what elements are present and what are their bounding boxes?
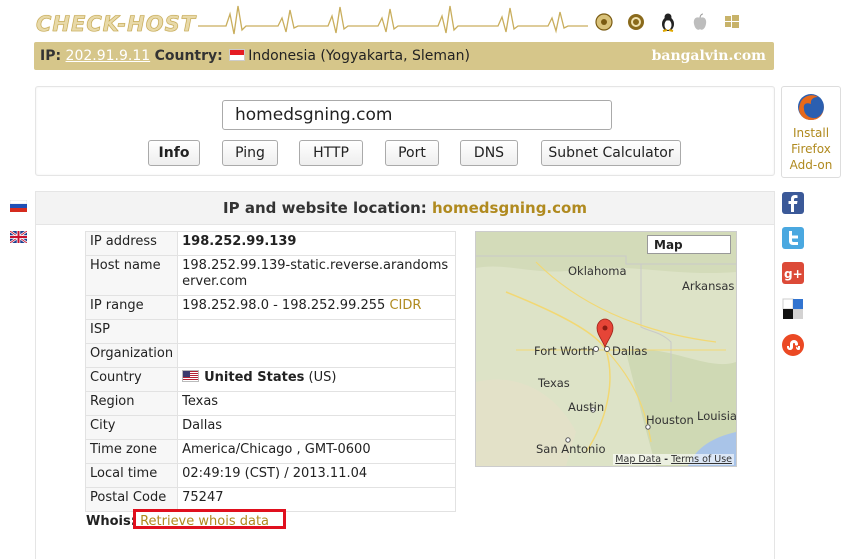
delicious-icon[interactable] [782, 298, 804, 320]
table-row: Organization [84, 343, 457, 368]
client-info-bar: IP: 202.91.9.11 Country: Indonesia (Yogy… [34, 42, 774, 70]
indonesia-flag-icon [229, 49, 246, 61]
ip-info-table: IP address 198.252.99.139 Host name 198.25… [84, 231, 457, 512]
table-row: ISP [84, 319, 457, 344]
map-label-oklahoma: Oklahoma [568, 264, 627, 278]
map-type-button[interactable]: Map [647, 235, 731, 254]
twitter-icon[interactable] [782, 227, 804, 249]
us-flag-icon [182, 370, 200, 382]
http-button[interactable]: HTTP [299, 140, 363, 166]
port-button[interactable]: Port [385, 140, 439, 166]
windows-icon[interactable] [722, 12, 742, 32]
table-row: Local time 02:49:19 (CST) / 2013.11.04 [84, 463, 457, 488]
firefox-addon-label: Install Firefox Add-on [789, 126, 833, 172]
freebsd-icon[interactable] [594, 12, 614, 32]
subnet-calculator-button[interactable]: Subnet Calculator [541, 140, 681, 166]
terms-of-use-link[interactable]: Terms of Use [671, 454, 732, 465]
map-footer: Map Data - Terms of Use [613, 454, 734, 465]
table-row: City Dallas [84, 415, 457, 440]
google-plus-icon[interactable]: g+ [782, 262, 804, 284]
firefox-icon [798, 94, 824, 120]
map-label-fort-worth: Fort Worth [534, 344, 595, 358]
stumbleupon-icon[interactable] [782, 334, 804, 356]
table-row: IP address 198.252.99.139 [84, 231, 457, 256]
facebook-icon[interactable] [782, 192, 804, 214]
ping-button[interactable]: Ping [222, 140, 278, 166]
map-label-san-antonio: San Antonio [536, 442, 606, 456]
host-input[interactable]: homedsgning.com [222, 100, 612, 130]
map-label-arkansas: Arkansas [682, 279, 735, 293]
map-label-louisiana: Louisia [697, 409, 737, 423]
site-logo[interactable]: CHECK-HOST [36, 12, 196, 37]
apple-icon[interactable] [690, 12, 710, 32]
client-ip-link[interactable]: 202.91.9.11 [66, 48, 151, 64]
country-label: Country: [154, 48, 223, 64]
map-data-link[interactable]: Map Data [615, 454, 661, 465]
panel-title-domain: homedsgning.com [432, 199, 587, 217]
map-label-dallas: Dallas [612, 344, 648, 358]
table-row: IP range 198.252.98.0 - 198.252.99.255 CI… [84, 295, 457, 320]
map-label-texas: Texas [538, 376, 570, 390]
russian-language-flag-icon[interactable] [9, 197, 28, 212]
linux-icon[interactable] [658, 12, 678, 32]
table-row: Host name 198.252.99.139-static.reverse.a… [84, 255, 457, 296]
check-form: homedsgning.com Info Ping HTTP Port DNS … [35, 86, 775, 176]
highlight-box [133, 509, 286, 529]
heartbeat-line-icon [198, 5, 588, 35]
svg-text:g+: g+ [784, 267, 803, 281]
ubuntu-icon[interactable] [626, 12, 646, 32]
firefox-addon-link[interactable]: Install Firefox Add-on [781, 86, 841, 178]
map-label-austin: Austin [568, 400, 605, 414]
whois-label: Whois: [86, 514, 136, 529]
table-row: Time zone America/Chicago , GMT-0600 [84, 439, 457, 464]
location-panel: IP and website location: homedsgning.com… [35, 191, 775, 559]
location-map[interactable]: Oklahoma Arkansas Fort Worth Dallas Texa… [475, 231, 737, 467]
table-row: Region Texas [84, 391, 457, 416]
site-name-link[interactable]: bangalvin.com [652, 42, 766, 70]
ip-label: IP: [40, 48, 62, 64]
cidr-link[interactable]: CIDR [389, 298, 421, 313]
map-label-houston: Houston [646, 413, 694, 427]
info-button[interactable]: Info [148, 140, 200, 166]
table-row: Country United States (US) [84, 367, 457, 392]
table-row: Postal Code 75247 [84, 487, 457, 512]
os-icons [594, 12, 742, 32]
english-language-flag-icon[interactable] [9, 228, 28, 244]
client-country: Indonesia (Yogyakarta, Sleman) [248, 48, 470, 64]
panel-title: IP and website location: homedsgning.com [36, 192, 774, 225]
dns-button[interactable]: DNS [460, 140, 518, 166]
